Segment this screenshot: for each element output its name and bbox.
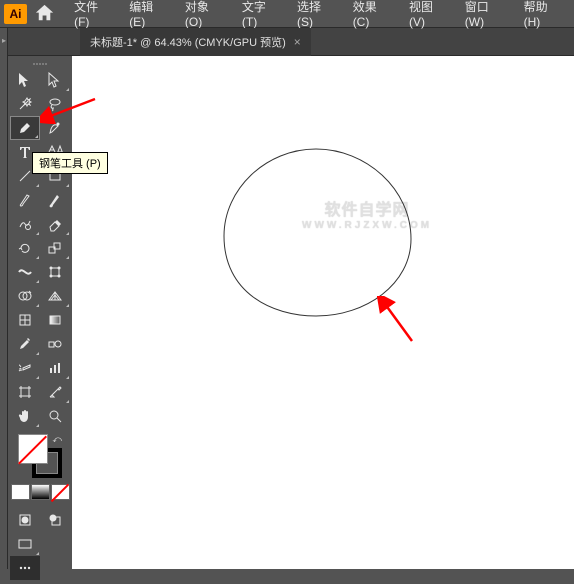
free-transform-tool[interactable]	[40, 260, 70, 284]
perspective-tool[interactable]	[40, 284, 70, 308]
symbol-sprayer-tool[interactable]	[10, 356, 40, 380]
home-icon[interactable]	[33, 2, 56, 26]
color-mode-row	[11, 484, 70, 500]
scale-tool[interactable]	[40, 236, 70, 260]
shaper-tool[interactable]	[10, 212, 40, 236]
edit-toolbar[interactable]	[10, 556, 40, 580]
hand-tool[interactable]	[10, 404, 40, 428]
pen-tool[interactable]	[10, 116, 40, 140]
tooltip-pen-tool: 钢笔工具 (P)	[32, 152, 108, 174]
close-icon[interactable]: ×	[294, 35, 301, 49]
annotation-arrow-canvas	[377, 296, 417, 346]
blend-tool[interactable]	[40, 332, 70, 356]
gradient-tool[interactable]	[40, 308, 70, 332]
direct-selection-tool[interactable]	[40, 68, 70, 92]
menu-view[interactable]: 视图(V)	[401, 0, 455, 33]
artboard-tool[interactable]	[10, 380, 40, 404]
panel-drag-handle[interactable]	[10, 60, 70, 68]
zoom-tool[interactable]	[40, 404, 70, 428]
selection-tool[interactable]	[10, 68, 40, 92]
menu-bar: Ai 文件(F) 编辑(E) 对象(O) 文字(T) 选择(S) 效果(C) 视…	[0, 0, 574, 28]
fill-stroke-indicator[interactable]: ⤺	[18, 434, 62, 478]
app-logo: Ai	[4, 4, 27, 24]
canvas[interactable]: 软件自学网 WWW.RJZXW.COM	[72, 56, 574, 569]
mesh-tool[interactable]	[10, 308, 40, 332]
left-gutter: ▸	[0, 28, 8, 569]
drawing-mode-behind[interactable]	[40, 508, 70, 532]
annotation-arrow-toolbar	[40, 94, 100, 124]
paintbrush-tool[interactable]	[10, 188, 40, 212]
screen-mode[interactable]	[10, 532, 40, 556]
color-mode-none[interactable]	[51, 484, 70, 500]
color-mode-gradient[interactable]	[31, 484, 50, 500]
document-tab[interactable]: 未标题-1* @ 64.43% (CMYK/GPU 预览) ×	[80, 28, 311, 56]
menu-window[interactable]: 窗口(W)	[457, 0, 514, 33]
document-tab-title: 未标题-1* @ 64.43% (CMYK/GPU 预览)	[90, 34, 286, 50]
menu-help[interactable]: 帮助(H)	[516, 0, 570, 33]
tools-panel: ⤺	[8, 56, 72, 584]
shape-builder-tool[interactable]	[10, 284, 40, 308]
blob-brush-tool[interactable]	[40, 188, 70, 212]
slice-tool[interactable]	[40, 380, 70, 404]
eyedropper-tool[interactable]	[10, 332, 40, 356]
eraser-tool[interactable]	[40, 212, 70, 236]
expand-panel-icon[interactable]: ▸	[1, 34, 7, 46]
fill-color-box[interactable]	[18, 434, 48, 464]
column-graph-tool[interactable]	[40, 356, 70, 380]
color-mode-solid[interactable]	[11, 484, 30, 500]
rotate-tool[interactable]	[10, 236, 40, 260]
swap-fill-stroke-icon[interactable]: ⤺	[52, 434, 62, 445]
drawing-mode-normal[interactable]	[10, 508, 40, 532]
menu-effect[interactable]: 效果(C)	[345, 0, 399, 33]
width-tool[interactable]	[10, 260, 40, 284]
magic-wand-tool[interactable]	[10, 92, 40, 116]
